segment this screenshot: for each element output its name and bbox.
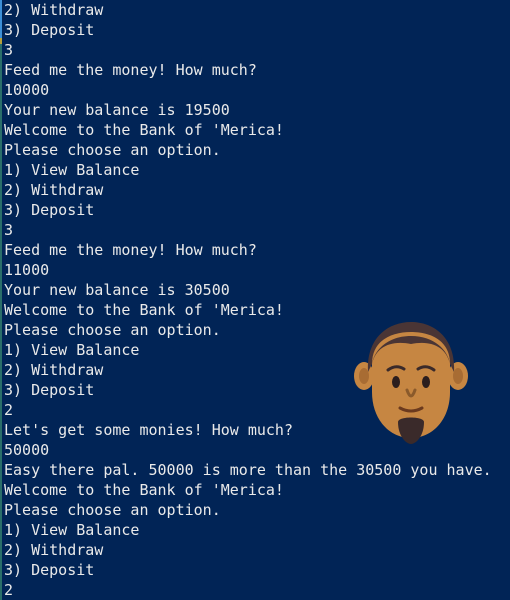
terminal-line: 3	[4, 221, 14, 239]
terminal-line: 3	[4, 41, 14, 59]
terminal-line: 3) Deposit	[4, 201, 95, 219]
terminal-line: 3) Deposit	[4, 21, 95, 39]
terminal-line: Please choose an option.	[4, 501, 221, 519]
terminal-line: 3) Deposit	[4, 561, 95, 579]
terminal-line: Feed me the money! How much?	[4, 61, 257, 79]
man-face-emoji-icon	[354, 322, 468, 444]
terminal-line: Your new balance is 30500	[4, 281, 230, 299]
terminal-line: 2) Withdraw	[4, 1, 104, 19]
terminal-output[interactable]: 2) Withdraw 3) Deposit 3 Feed me the money!…	[4, 0, 492, 600]
terminal-line: Welcome to the Bank of 'Merica!	[4, 481, 284, 499]
terminal-line: Welcome to the Bank of 'Merica!	[4, 301, 284, 319]
vertical-scrollbar[interactable]	[506, 0, 510, 600]
terminal-line: 11000	[4, 261, 50, 279]
terminal-window[interactable]: 2) Withdraw 3) Deposit 3 Feed me the money!…	[0, 0, 510, 600]
terminal-line: Feed me the money! How much?	[4, 241, 257, 259]
left-gutter-marker	[0, 0, 2, 600]
terminal-line: Your new balance is 19500	[4, 101, 230, 119]
terminal-line: 2) Withdraw	[4, 541, 104, 559]
terminal-line: Easy there pal. 50000 is more than the 3…	[4, 461, 492, 479]
terminal-line: 1) View Balance	[4, 161, 140, 179]
terminal-line: Please choose an option.	[4, 141, 221, 159]
terminal-line: Welcome to the Bank of 'Merica!	[4, 121, 284, 139]
terminal-line: 2) Withdraw	[4, 181, 104, 199]
terminal-line: 10000	[4, 81, 50, 99]
terminal-line: 1) View Balance	[4, 521, 140, 539]
terminal-line: 2	[4, 581, 14, 599]
